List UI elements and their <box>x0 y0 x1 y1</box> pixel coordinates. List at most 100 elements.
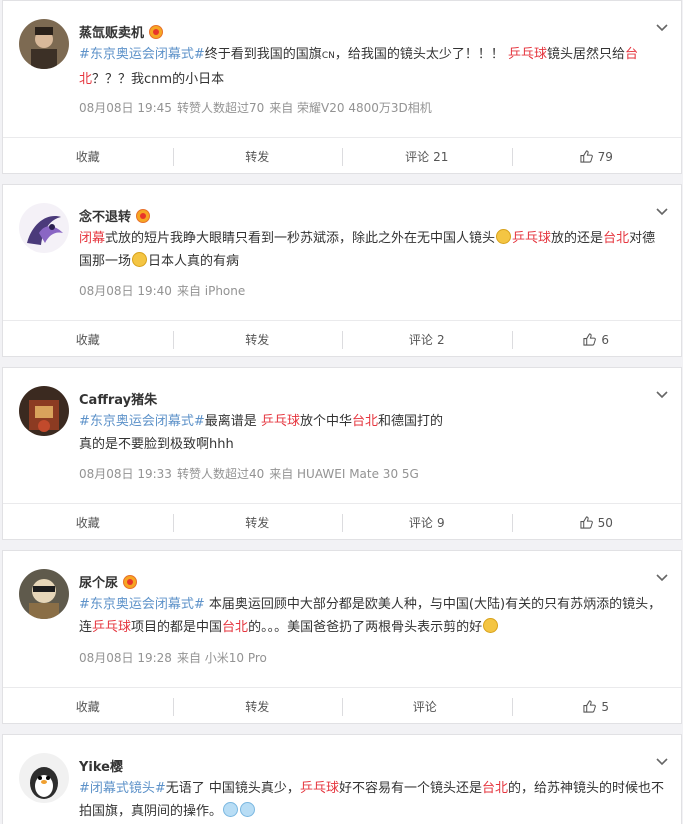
post-meta-item: 来自 荣耀V20 4800万3D相机 <box>269 101 432 115</box>
comment-button[interactable]: 评论 <box>342 688 512 725</box>
user-avatar[interactable] <box>19 569 69 619</box>
chevron-down-icon[interactable] <box>655 21 669 35</box>
post-text: ？？？我cnm的小日本 <box>92 72 225 87</box>
repost-button[interactable]: 转发 <box>172 321 343 358</box>
post-meta-item: 转赞人数超过70 <box>176 101 265 115</box>
username[interactable]: Caffray猪朱 <box>79 389 157 408</box>
keyword-highlight[interactable]: 乒乓球 <box>92 620 131 635</box>
keyword-highlight[interactable]: 台北 <box>603 231 629 246</box>
post-text: 项目的都是中国 <box>131 620 223 635</box>
post-meta: 08月08日 19:33 转赞人数超过40 来自 HUAWEI Mate 30 5G <box>79 465 424 482</box>
post-text: 式放的短片我睁大眼睛只看到一秒苏斌添，除此之外在无中国人镜头 <box>105 231 496 246</box>
post-text: 镜头居然只给 <box>547 47 626 62</box>
post-meta-item: 来自 小米10 Pro <box>176 651 267 665</box>
repost-label: 转发 <box>245 333 270 347</box>
username[interactable]: 尿个尿 <box>79 572 118 591</box>
post-timestamp[interactable]: 08月08日 19:40 <box>79 284 172 298</box>
keyword-highlight[interactable]: 乒乓球 <box>512 231 551 246</box>
repost-label: 转发 <box>245 150 270 164</box>
keyword-highlight[interactable]: 乒乓球 <box>261 414 300 429</box>
comment-button[interactable]: 评论 2 <box>342 321 512 358</box>
vip-badge-icon <box>123 574 138 589</box>
post-text: 终于看到我国的国旗 <box>204 47 322 62</box>
chevron-down-icon[interactable] <box>655 571 669 585</box>
repost-label: 转发 <box>245 700 270 714</box>
comment-label: 评论 <box>408 516 433 530</box>
favorite-button[interactable]: 收藏 <box>3 138 173 175</box>
post-text: 和德国打的 <box>377 414 443 429</box>
comment-button[interactable]: 评论 9 <box>342 504 512 541</box>
repost-button[interactable]: 转发 <box>172 138 343 175</box>
post-text: ，给我国的镜头太少了！！！ <box>334 47 508 62</box>
hashtag-link[interactable]: #东京奥运会闭幕式# <box>79 414 205 429</box>
post-text: 日本人真的有病 <box>148 254 240 269</box>
chevron-down-icon[interactable] <box>655 205 669 219</box>
favorite-button[interactable]: 收藏 <box>3 321 173 358</box>
post-text: 放个中华 <box>299 414 352 429</box>
favorite-label: 收藏 <box>75 333 100 347</box>
action-bar: 收藏 转发 评论 9 50 <box>3 503 681 541</box>
action-bar: 收藏 转发 评论 5 <box>3 687 681 725</box>
post-content: #东京奥运会闭幕式#最离谱是 乒乓球放个中华台北和德国打的 真的是不要脸到极致啊h… <box>79 410 664 456</box>
like-button[interactable]: 5 <box>511 688 682 725</box>
post-meta-item: 来自 iPhone <box>176 284 246 298</box>
keyword-highlight[interactable]: 台北 <box>222 620 248 635</box>
weibo-post-card: Caffray猪朱 #东京奥运会闭幕式#最离谱是 乒乓球放个中华台北和德国打的真… <box>2 367 682 540</box>
weibo-post-card: 尿个尿 #东京奥运会闭幕式# 本届奥运回顾中大部分都是欧美人种，与中国(大陆)有… <box>2 550 682 724</box>
username[interactable]: 念不退转 <box>79 206 131 225</box>
post-timestamp[interactable]: 08月08日 19:33 <box>79 467 172 481</box>
post-text: 最离谱是 <box>204 414 261 429</box>
post-text: 放的还是 <box>551 231 604 246</box>
user-avatar[interactable] <box>19 203 69 253</box>
user-avatar[interactable] <box>19 19 69 69</box>
post-timestamp[interactable]: 08月08日 19:28 <box>79 651 172 665</box>
keyword-highlight[interactable]: 乒乓球 <box>508 47 547 62</box>
username[interactable]: 蒸氙贩卖机 <box>79 22 144 41</box>
emoji-icon <box>132 252 148 267</box>
hashtag-link[interactable]: #东京奥运会闭幕式# <box>79 597 205 612</box>
post-meta-item: 来自 HUAWEI Mate 30 5G <box>269 467 419 481</box>
keyword-highlight[interactable]: 乒乓球 <box>300 781 339 796</box>
post-content: 闭幕式放的短片我睁大眼睛只看到一秒苏斌添，除此之外在无中国人镜头 乒乓球放的还是台… <box>79 227 664 273</box>
like-button[interactable]: 50 <box>511 504 682 541</box>
keyword-highlight[interactable]: 台北 <box>352 414 378 429</box>
hashtag-link[interactable]: #东京奥运会闭幕式# <box>79 47 205 62</box>
keyword-highlight[interactable]: 台北 <box>482 781 508 796</box>
comment-count: 9 <box>436 515 445 530</box>
thumbs-up-icon <box>583 333 597 346</box>
chevron-down-icon[interactable] <box>655 755 669 769</box>
favorite-button[interactable]: 收藏 <box>3 688 173 725</box>
comment-label: 评论 <box>408 333 433 347</box>
action-bar: 收藏 转发 评论 2 6 <box>3 320 681 358</box>
like-button[interactable]: 79 <box>511 138 682 175</box>
comment-button[interactable]: 评论 21 <box>342 138 512 175</box>
hashtag-link[interactable]: #闭幕式镜头# <box>79 781 166 796</box>
user-avatar[interactable] <box>19 753 69 803</box>
post-meta-item: 转赞人数超过40 <box>176 467 265 481</box>
emoji-icon <box>483 618 499 633</box>
user-avatar[interactable] <box>19 386 69 436</box>
vip-badge-icon <box>136 208 151 223</box>
favorite-label: 收藏 <box>75 150 100 164</box>
post-meta: 08月08日 19:40 来自 iPhone <box>79 282 250 299</box>
weibo-post-card: Yike樱 #闭幕式镜头#无语了 中国镜头真少，乒乓球好不容易有一个镜头还是台北… <box>2 734 682 824</box>
emoji-icon <box>496 229 512 244</box>
keyword-highlight[interactable]: 闭幕 <box>79 231 105 246</box>
chevron-down-icon[interactable] <box>655 388 669 402</box>
comment-count: 21 <box>433 149 449 164</box>
emoji-icon <box>240 802 256 817</box>
comment-label: 评论 <box>405 150 430 164</box>
repost-button[interactable]: 转发 <box>172 504 343 541</box>
like-button[interactable]: 6 <box>511 321 682 358</box>
post-text: 无语了 中国镜头真少， <box>165 781 300 796</box>
repost-button[interactable]: 转发 <box>172 688 343 725</box>
like-count: 50 <box>597 515 613 530</box>
like-count: 6 <box>601 332 610 347</box>
favorite-label: 收藏 <box>75 700 100 714</box>
favorite-label: 收藏 <box>75 516 100 530</box>
vip-badge-icon <box>149 24 164 39</box>
post-timestamp[interactable]: 08月08日 19:45 <box>79 101 172 115</box>
username[interactable]: Yike樱 <box>79 756 123 775</box>
favorite-button[interactable]: 收藏 <box>3 504 173 541</box>
thumbs-up-icon <box>580 150 593 163</box>
